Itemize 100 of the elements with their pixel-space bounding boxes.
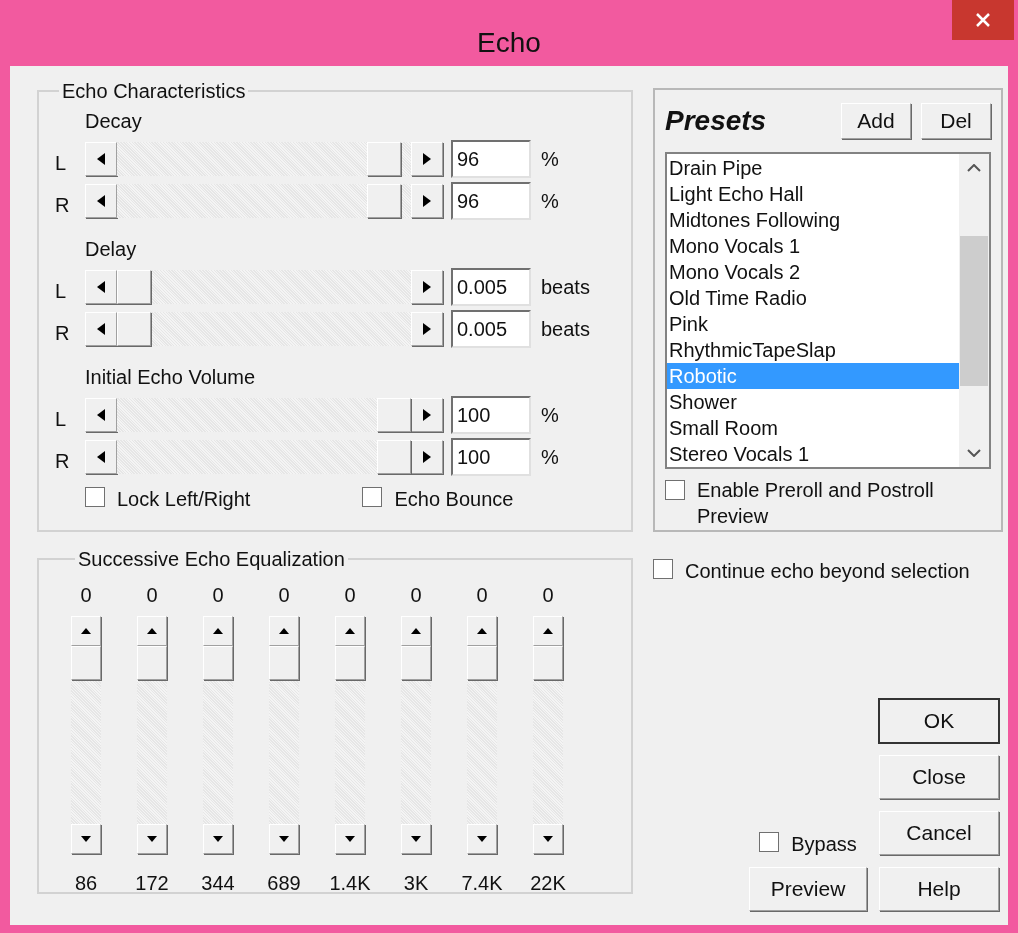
band-value: 0 (212, 583, 224, 608)
group-title: Successive Echo Equalization (77, 547, 346, 572)
dialog-button[interactable]: Preview (749, 867, 867, 911)
dialog-button[interactable]: OK (879, 699, 999, 743)
slider-up-button[interactable] (203, 616, 233, 646)
slider-thumb[interactable] (117, 270, 151, 304)
caret-down-icon (279, 836, 289, 842)
caret-down-icon (477, 836, 487, 842)
dialog-button[interactable]: Cancel (879, 811, 999, 855)
scroll-right-button[interactable] (411, 398, 443, 432)
slider-up-button[interactable] (335, 616, 365, 646)
preset-item[interactable]: RhythmicTapeSlap (667, 337, 959, 363)
preset-item[interactable]: Stereo Vocals 1 (667, 441, 959, 467)
slider-down-button[interactable] (269, 824, 299, 854)
unit-label: % (541, 147, 559, 172)
chevron-down-icon[interactable] (967, 449, 981, 457)
band-frequency: 3K (403, 871, 429, 896)
scroll-left-button[interactable] (85, 312, 117, 346)
slider-up-button[interactable] (467, 616, 497, 646)
slider-down-button[interactable] (71, 824, 101, 854)
slider-down-button[interactable] (401, 824, 431, 854)
band-value: 0 (344, 583, 356, 608)
band-value: 0 (542, 583, 554, 608)
preset-item[interactable]: Small Room (667, 415, 959, 441)
preset-item[interactable]: Old Time Radio (667, 285, 959, 311)
slider-thumb[interactable] (377, 398, 411, 432)
scroll-right-button[interactable] (411, 184, 443, 218)
slider-thumb[interactable] (335, 646, 365, 680)
checkbox[interactable] (759, 832, 780, 852)
preset-item[interactable]: Shower (667, 389, 959, 415)
scroll-left-button[interactable] (85, 398, 117, 432)
value-field[interactable]: 100 (451, 396, 531, 434)
slider-thumb[interactable] (377, 440, 411, 474)
caret-right-icon (423, 281, 431, 293)
value-field[interactable]: 96 (451, 140, 531, 178)
band-frequency: 7.4K (461, 871, 503, 896)
checkbox[interactable] (362, 487, 383, 507)
slider-thumb[interactable] (137, 646, 167, 680)
slider-down-button[interactable] (137, 824, 167, 854)
preset-item[interactable]: Mono Vocals 2 (667, 259, 959, 285)
slider-up-button[interactable] (533, 616, 563, 646)
value-field[interactable]: 0.005 (451, 268, 531, 306)
checkbox[interactable] (665, 480, 685, 500)
channel-label: R (55, 193, 71, 218)
value-field[interactable]: 100 (451, 438, 531, 476)
checkbox[interactable] (653, 559, 673, 579)
slider-thumb[interactable] (533, 646, 563, 680)
slider-down-button[interactable] (335, 824, 365, 854)
preset-item[interactable]: Mono Vocals 1 (667, 233, 959, 259)
caret-left-icon (97, 323, 105, 335)
scroll-left-button[interactable] (85, 142, 117, 176)
close-icon (975, 12, 991, 28)
preset-button[interactable]: Del (921, 103, 991, 139)
scroll-right-button[interactable] (411, 440, 443, 474)
scroll-right-button[interactable] (411, 312, 443, 346)
preset-item[interactable]: Drain Pipe (667, 155, 959, 181)
slider-thumb[interactable] (203, 646, 233, 680)
scroll-left-button[interactable] (85, 270, 117, 304)
chevron-up-icon[interactable] (967, 164, 981, 172)
unit-label: beats (541, 317, 590, 342)
caret-down-icon (147, 836, 157, 842)
slider-thumb[interactable] (366, 142, 401, 176)
slider-down-button[interactable] (533, 824, 563, 854)
preset-item[interactable]: Midtones Following (667, 207, 959, 233)
scroll-left-button[interactable] (85, 184, 117, 218)
slider-down-button[interactable] (203, 824, 233, 854)
slider-up-button[interactable] (269, 616, 299, 646)
channel-label: R (55, 449, 71, 474)
close-button[interactable] (952, 0, 1014, 40)
slider-up-button[interactable] (137, 616, 167, 646)
slider-thumb[interactable] (401, 646, 431, 680)
scroll-right-button[interactable] (411, 142, 443, 176)
dialog-button[interactable]: Close (879, 755, 999, 799)
caret-up-icon (147, 628, 157, 634)
band-frequency: 344 (201, 871, 235, 896)
presets-title: Presets (665, 104, 767, 138)
caret-up-icon (279, 628, 289, 634)
preset-item[interactable]: Pink (667, 311, 959, 337)
slider-up-button[interactable] (71, 616, 101, 646)
value-field[interactable]: 96 (451, 182, 531, 220)
caret-down-icon (345, 836, 355, 842)
scrollbar-thumb[interactable] (960, 235, 988, 386)
slider-down-button[interactable] (467, 824, 497, 854)
value-field[interactable]: 0.005 (451, 310, 531, 348)
slider-thumb[interactable] (366, 184, 401, 218)
band-value: 0 (476, 583, 488, 608)
slider-thumb[interactable] (467, 646, 497, 680)
slider-thumb[interactable] (117, 312, 151, 346)
preset-button[interactable]: Add (841, 103, 911, 139)
dialog-button[interactable]: Help (879, 867, 999, 911)
scroll-right-button[interactable] (411, 270, 443, 304)
slider-thumb[interactable] (71, 646, 101, 680)
caret-up-icon (477, 628, 487, 634)
scroll-left-button[interactable] (85, 440, 117, 474)
slider-thumb[interactable] (269, 646, 299, 680)
slider-up-button[interactable] (401, 616, 431, 646)
checkbox[interactable] (85, 487, 105, 507)
preset-item[interactable]: Light Echo Hall (667, 181, 959, 207)
caret-up-icon (81, 628, 91, 634)
band-value: 0 (410, 583, 422, 608)
